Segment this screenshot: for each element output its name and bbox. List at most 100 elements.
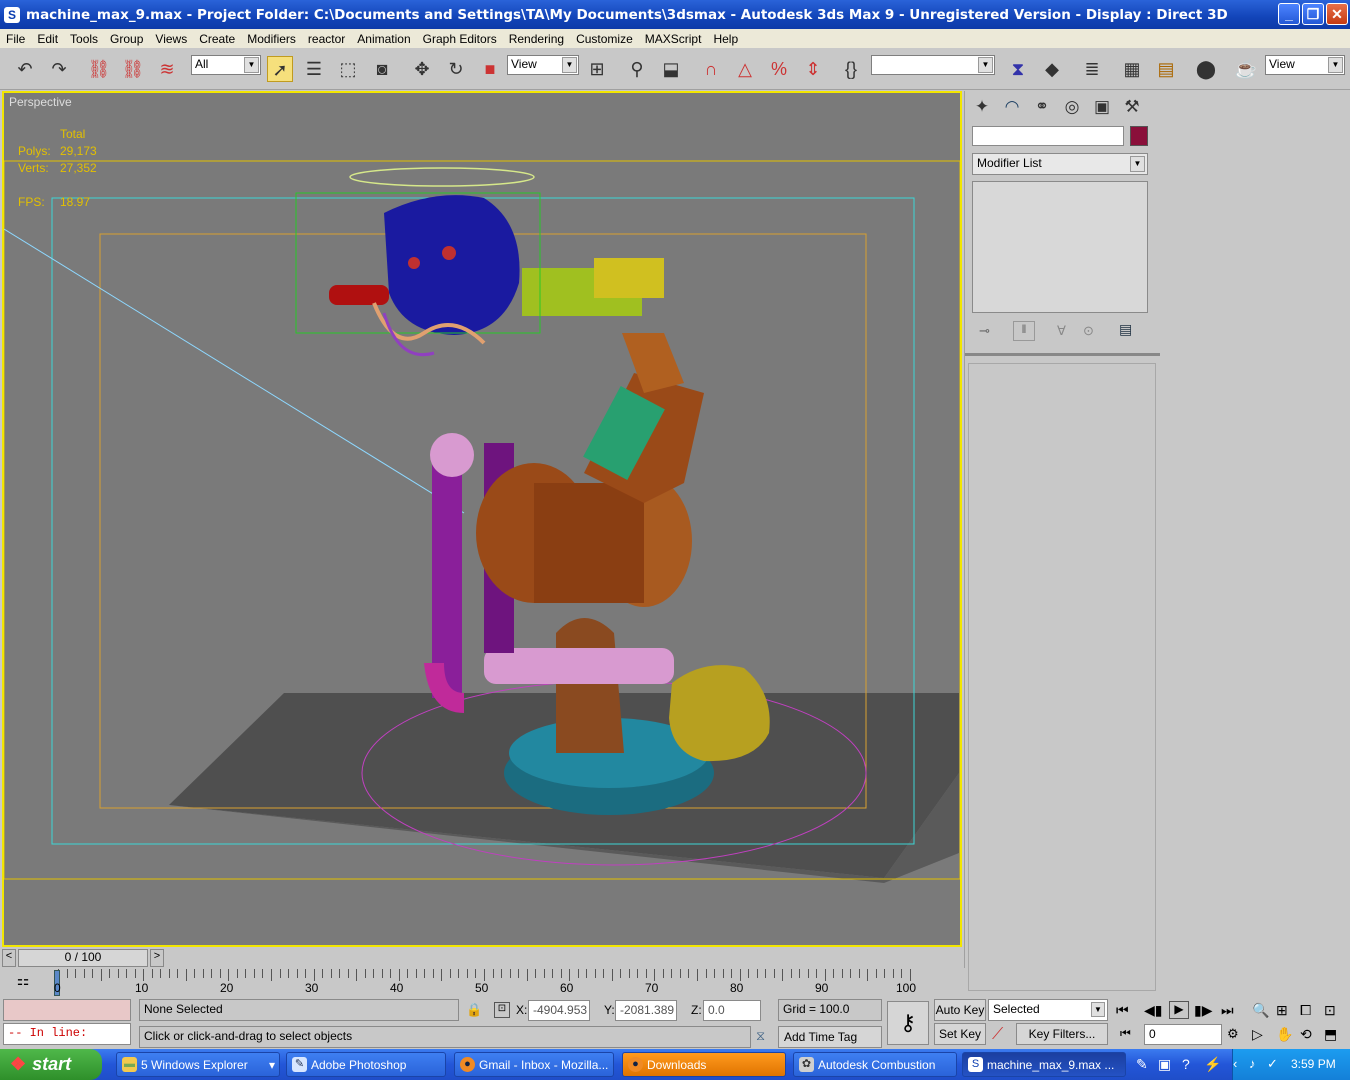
object-name-field[interactable] [972,126,1124,146]
manipulate-icon[interactable]: ⚲ [624,56,650,82]
minimize-button[interactable]: _ [1278,3,1300,25]
menu-file[interactable]: File [0,32,31,46]
taskbar-item-photoshop[interactable]: ✎ Adobe Photoshop [286,1052,446,1077]
object-color-swatch[interactable] [1130,126,1148,146]
selection-filter-dropdown[interactable]: All ▼ [191,55,261,75]
menu-edit[interactable]: Edit [31,32,64,46]
layer-manager-icon[interactable]: ≣ [1079,56,1105,82]
motion-tab-icon[interactable]: ◎ [1059,94,1085,120]
battery-tray-icon[interactable]: ⚡ [1204,1056,1221,1073]
menu-tools[interactable]: Tools [64,32,104,46]
select-and-move-icon[interactable]: ✥ [409,56,435,82]
play-icon[interactable]: ▶ [1169,1001,1189,1019]
pin-stack-icon[interactable]: ⊸ [979,323,990,339]
time-slider-thumb[interactable]: 0 / 100 [18,949,148,967]
display-tab-icon[interactable]: ▣ [1089,94,1115,120]
redo-icon[interactable]: ↷ [46,56,72,82]
menu-create[interactable]: Create [193,32,241,46]
select-and-rotate-icon[interactable]: ↻ [443,56,469,82]
zoom-extents-all-icon[interactable]: ⊡ [1324,1002,1336,1019]
unlink-selection-icon[interactable]: ⛓ [120,56,146,82]
percent-snap-icon[interactable]: % [766,56,792,82]
rectangular-selection-icon[interactable]: ⬚ [335,56,361,82]
add-time-tag-button[interactable]: Add Time Tag [778,1026,882,1048]
next-frame-icon[interactable]: > [150,949,164,967]
field-of-view-icon[interactable]: ▷ [1252,1026,1263,1043]
menu-customize[interactable]: Customize [570,32,639,46]
render-type-dropdown[interactable]: View ▼ [1265,55,1345,75]
track-bar[interactable]: ⚏ 0 10 20 30 40 50 60 70 80 90 100 [0,968,965,998]
create-tab-icon[interactable]: ✦ [969,94,995,120]
schematic-view-icon[interactable]: ▤ [1153,56,1179,82]
render-scene-icon[interactable]: ☕ [1233,56,1259,82]
key-mode-dropdown[interactable]: Selected ▼ [988,999,1108,1021]
auto-key-button[interactable]: Auto Key [934,999,986,1021]
modifier-stack[interactable] [972,181,1148,313]
reference-coordinate-dropdown[interactable]: View ▼ [507,55,579,75]
menu-maxscript[interactable]: MAXScript [639,32,708,46]
start-button[interactable]: ❖ start [0,1049,102,1080]
snaps-toggle-icon[interactable]: ∩ [698,56,724,82]
viewport-label[interactable]: Perspective [9,95,72,109]
maxscript-listener-mini[interactable] [3,999,131,1021]
undo-icon[interactable]: ↶ [12,56,38,82]
network-tray-icon[interactable]: ▣ [1158,1056,1171,1073]
menu-views[interactable]: Views [149,32,193,46]
pan-icon[interactable]: ✋ [1276,1026,1293,1043]
modifier-list-dropdown[interactable]: Modifier List ▼ [972,153,1148,175]
restore-button[interactable]: ❐ [1302,3,1324,25]
make-unique-icon[interactable]: ∀ [1057,323,1066,339]
z-coord-field[interactable]: 0.0 [703,1000,761,1021]
material-editor-icon[interactable]: ⬤ [1193,56,1219,82]
go-to-start-icon[interactable]: ⏮ [1116,1002,1129,1019]
help-tray-icon[interactable]: ? [1182,1056,1190,1072]
next-frame-icon[interactable]: ▮▶ [1194,1002,1212,1019]
hierarchy-tab-icon[interactable]: ⚭ [1029,94,1055,120]
key-filters-button[interactable]: Key Filters... [1016,1023,1108,1045]
bind-to-space-warp-icon[interactable]: ≋ [154,56,180,82]
menu-animation[interactable]: Animation [351,32,416,46]
spinner-snap-icon[interactable]: ⇕ [800,56,826,82]
named-selection-sets-dropdown[interactable]: ▼ [871,55,995,75]
absolute-mode-icon[interactable]: ⊡ [494,1002,510,1018]
keyboard-shortcut-override-icon[interactable]: ⬓ [658,56,684,82]
go-to-end-icon[interactable]: ⏭ [1221,1002,1234,1019]
time-configuration-icon[interactable]: ⚙ [1227,1026,1239,1042]
arc-rotate-icon[interactable]: ⟲ [1300,1026,1312,1043]
zoom-extents-icon[interactable]: ⧠ [1300,1002,1311,1019]
menu-rendering[interactable]: Rendering [503,32,570,46]
select-by-name-icon[interactable]: ☰ [301,56,327,82]
zoom-all-icon[interactable]: ⊞ [1276,1002,1288,1019]
window-crossing-icon[interactable]: ◙ [369,56,395,82]
set-keys-key-icon[interactable]: ⚷ [887,1001,929,1045]
antivirus-tray-icon[interactable]: ✓ [1267,1056,1278,1072]
zoom-icon[interactable]: 🔍 [1252,1002,1269,1019]
perspective-viewport[interactable]: Perspective Total Polys: 29,173 Verts: 2… [2,91,962,947]
select-and-link-icon[interactable]: ⛓ [86,56,112,82]
key-tangent-icon[interactable]: ⟋ [992,1026,1003,1044]
current-frame-field[interactable]: 0 [1144,1024,1222,1045]
prev-frame-icon[interactable]: < [2,949,16,967]
configure-modifier-sets-icon[interactable]: ▤ [1119,321,1132,338]
select-and-scale-icon[interactable]: ■ [477,56,503,82]
menu-modifiers[interactable]: Modifiers [241,32,302,46]
utilities-tab-icon[interactable]: ⚒ [1119,94,1145,120]
taskbar-item-3dsmax[interactable]: S machine_max_9.max ... [962,1052,1126,1077]
angle-snap-icon[interactable]: △ [732,56,758,82]
previous-frame-icon[interactable]: ◀▮ [1144,1002,1162,1019]
edit-named-selection-icon[interactable]: {} [838,56,864,82]
selection-lock-icon[interactable]: 🔒 [466,1002,482,1018]
maximize-viewport-icon[interactable]: ⬒ [1324,1026,1337,1043]
taskbar-item-combustion[interactable]: ✿ Autodesk Combustion [793,1052,957,1077]
curve-editor-icon[interactable]: ▦ [1119,56,1145,82]
taskbar-item-gmail[interactable]: ● Gmail - Inbox - Mozilla... [454,1052,614,1077]
mirror-icon[interactable]: ⧗ [1005,56,1031,82]
menu-group[interactable]: Group [104,32,149,46]
align-icon[interactable]: ◆ [1039,56,1065,82]
taskbar-item-windows-explorer[interactable]: ▬ 5 Windows Explorer ▾ [116,1052,280,1077]
maxscript-in-line[interactable]: -- In line: [3,1023,131,1045]
time-tag-icon[interactable]: ⧖ [756,1028,765,1044]
remove-modifier-icon[interactable]: ⊙ [1083,323,1094,339]
pen-tray-icon[interactable]: ✎ [1136,1056,1148,1073]
key-mode-toggle-icon[interactable]: ⏮ [1120,1026,1131,1041]
